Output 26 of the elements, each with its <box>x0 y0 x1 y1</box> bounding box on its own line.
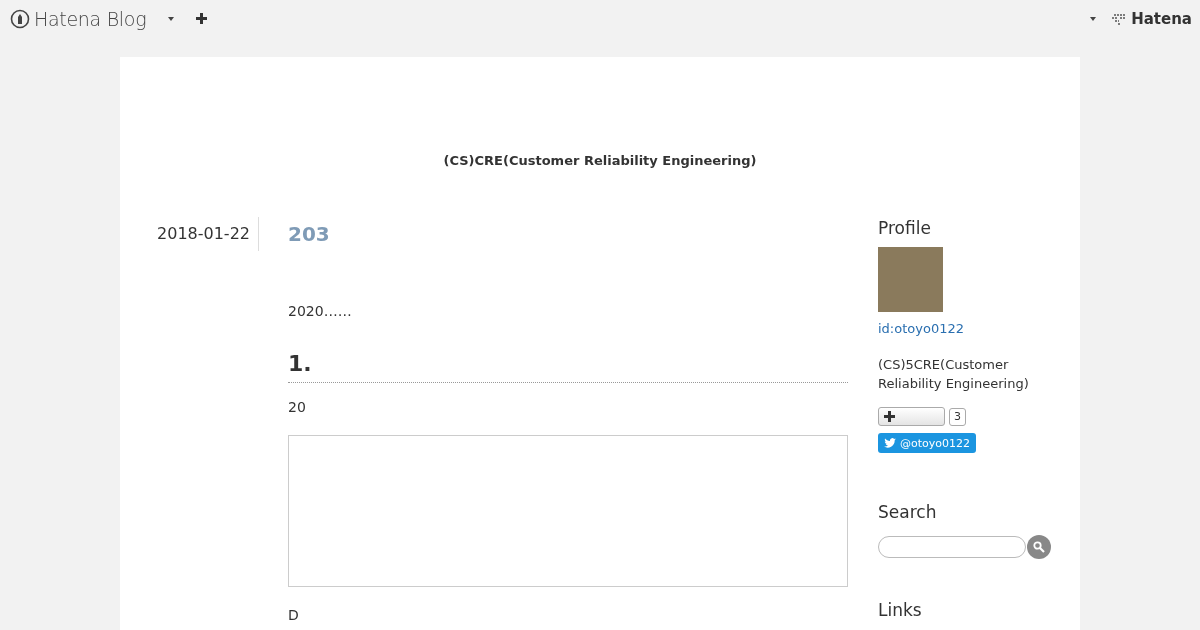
photo-placeholder <box>878 247 943 312</box>
caret-icon <box>168 17 175 21</box>
profile-id-link[interactable]: id:otoyo0122 <box>878 320 1058 338</box>
add-button[interactable] <box>196 13 208 24</box>
subscribe-button[interactable] <box>878 407 945 426</box>
sidebar-heading: Profile <box>878 217 932 239</box>
paragraph: 20 <box>288 398 307 417</box>
subscriber-count: 3 <box>949 407 966 426</box>
sidebar-heading: Search <box>878 501 938 523</box>
plus-icon <box>884 411 895 422</box>
blog-title-link[interactable]: (CS)CRE(Customer Reliability Engineering) <box>443 153 757 168</box>
search-icon <box>1033 541 1045 553</box>
blog-logo-link[interactable]: Hatena Blog <box>10 7 147 30</box>
sidebar-heading: Links <box>878 599 923 621</box>
search-button[interactable] <box>1027 535 1051 559</box>
caret-icon <box>1090 17 1097 21</box>
search-field[interactable] <box>878 536 1026 558</box>
bird-icon <box>884 438 896 448</box>
pen-tip-icon <box>10 8 30 29</box>
plus-icon <box>196 13 208 24</box>
hatena-link[interactable]: Hatena <box>1112 9 1192 28</box>
profile-description: (CS)5CRE(Customer Reliability Engineering) <box>878 356 1030 393</box>
entry-date: 2018-01-22 <box>157 224 250 243</box>
section-heading: 1. <box>288 349 848 383</box>
paragraph: 2020…… <box>288 302 353 321</box>
paragraph: D <box>288 606 300 625</box>
